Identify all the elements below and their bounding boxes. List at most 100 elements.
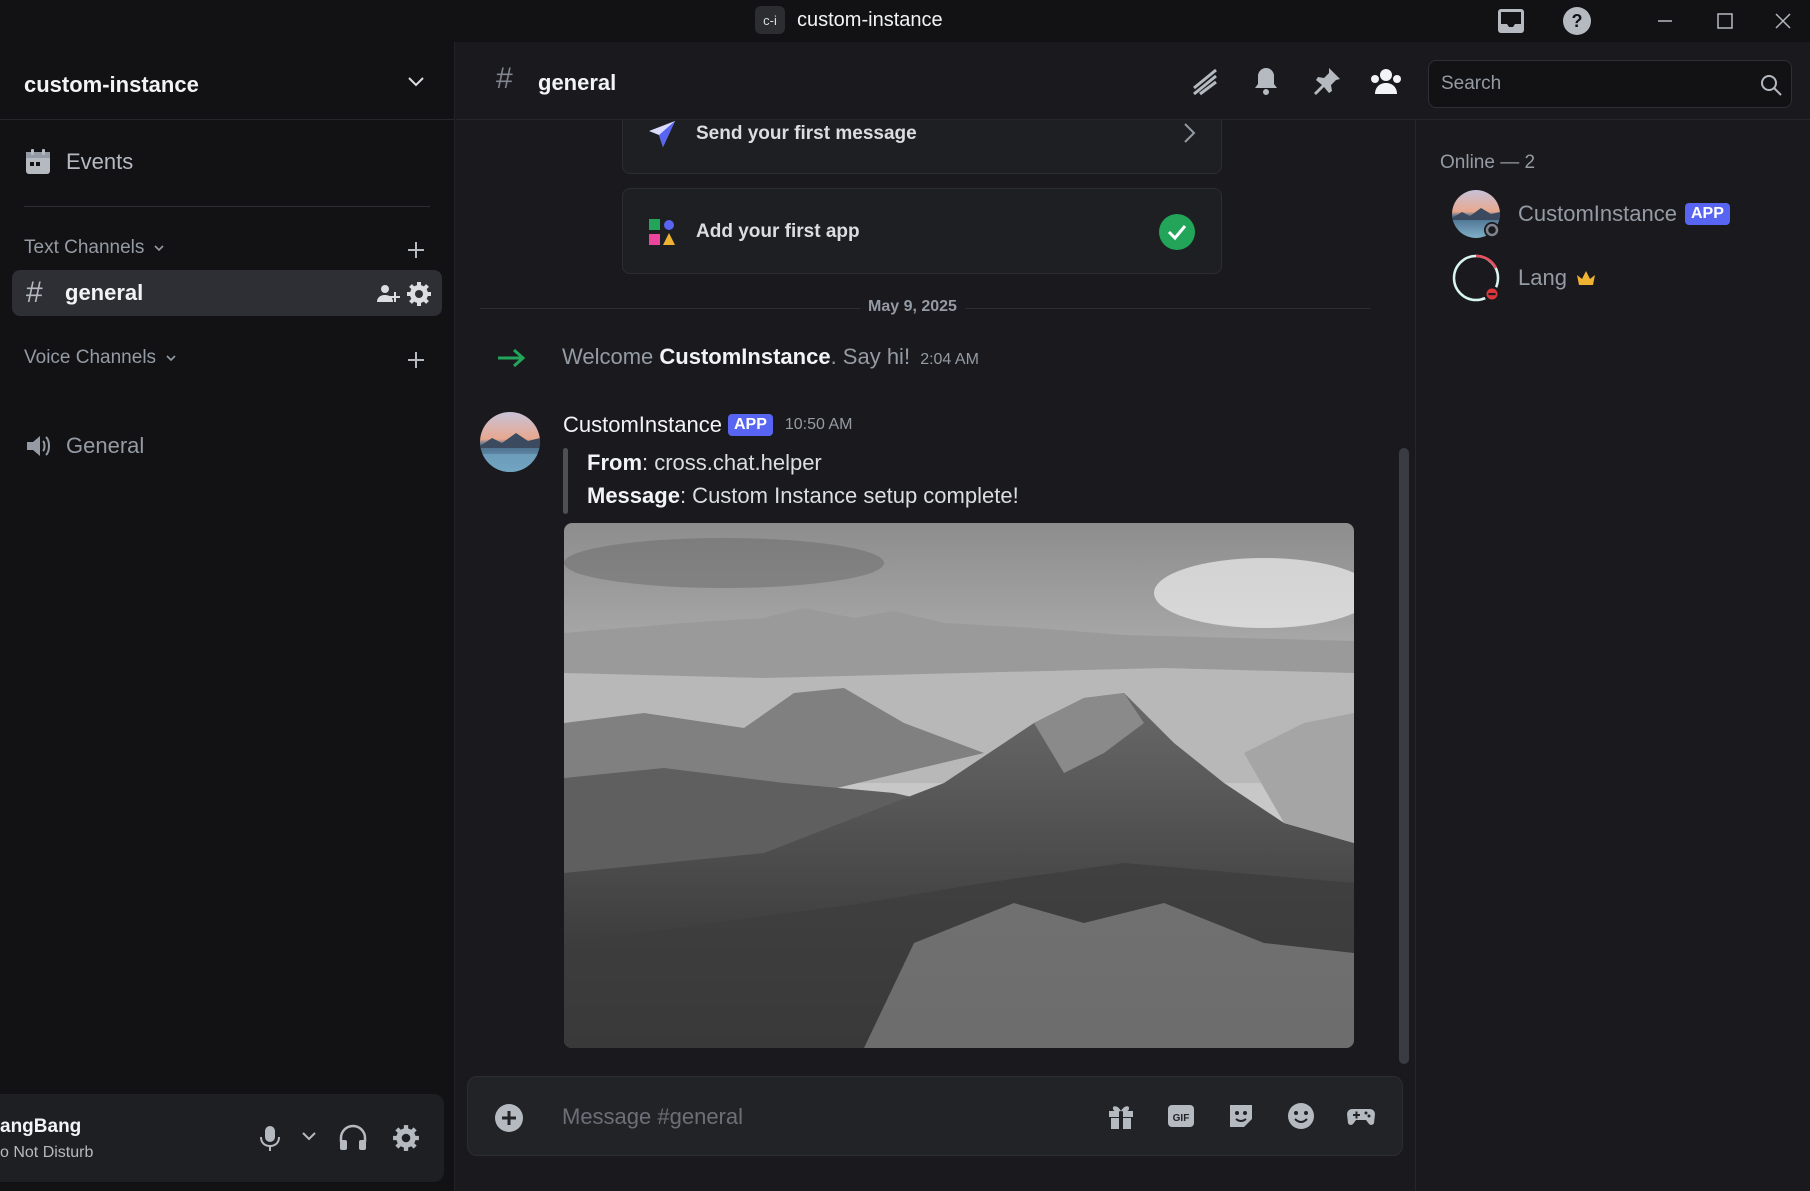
message-composer: GIF: [467, 1076, 1403, 1156]
quote-bar: [563, 448, 568, 514]
online-heading: Online — 2: [1440, 152, 1536, 173]
channel-title: general: [538, 70, 617, 95]
onboarding-add-app-card[interactable]: Add your first app: [622, 188, 1222, 274]
date-divider-label: May 9, 2025: [860, 298, 965, 316]
server-name: custom-instance: [24, 72, 199, 97]
app-badge: APP: [1684, 203, 1730, 225]
message-list: Send your first message Add your first a…: [456, 120, 1414, 1070]
sidebar-item-general[interactable]: # general: [12, 270, 442, 316]
from-value: : cross.chat.helper: [642, 450, 822, 475]
pin-icon[interactable]: [1312, 66, 1342, 101]
username[interactable]: angBang: [0, 1116, 81, 1138]
add-voice-channel-button[interactable]: [406, 350, 426, 371]
title-bar: c-i custom-instance ?: [0, 0, 1810, 42]
member-list: Online — 2 CustomInstance APP Lang: [1415, 120, 1810, 1191]
message-value: : Custom Instance setup complete!: [679, 483, 1019, 508]
gamepad-icon[interactable]: [1346, 1101, 1376, 1136]
upload-plus-icon[interactable]: [494, 1103, 524, 1138]
apps-icon: [649, 219, 675, 245]
member-item[interactable]: Lang: [1452, 254, 1597, 302]
chevron-down-icon[interactable]: [300, 1130, 318, 1149]
create-invite-icon[interactable]: [376, 282, 400, 306]
quote-line-from: From: cross.chat.helper: [587, 450, 822, 476]
from-label: From: [587, 450, 642, 475]
channel-header: # general: [456, 42, 1810, 120]
user-status: o Not Disturb: [0, 1144, 94, 1161]
hash-icon: #: [496, 62, 513, 95]
welcome-user[interactable]: CustomInstance: [659, 344, 830, 369]
minimize-icon[interactable]: [1648, 4, 1682, 38]
crown-icon: [1576, 271, 1595, 285]
member-item[interactable]: CustomInstance APP: [1452, 190, 1730, 238]
welcome-prefix: Welcome: [562, 344, 654, 369]
search-input[interactable]: [1441, 71, 1741, 97]
check-circle-icon: [1159, 214, 1195, 250]
paper-plane-icon: [649, 121, 675, 147]
channel-sidebar: custom-instance Events Text Channels # g…: [0, 42, 455, 1191]
avatar: [1452, 254, 1500, 302]
member-name: Lang: [1518, 265, 1567, 290]
onboarding-label: Add your first app: [696, 221, 860, 242]
headphones-icon[interactable]: [338, 1124, 368, 1157]
chevron-right-icon: [1184, 123, 1196, 143]
category-label: Voice Channels: [24, 347, 157, 368]
welcome-suffix: . Say hi!: [830, 344, 911, 369]
join-arrow-icon: [498, 348, 526, 368]
maximize-icon[interactable]: [1708, 4, 1742, 38]
voice-channel-label: General: [66, 433, 145, 458]
author-name[interactable]: CustomInstance: [563, 412, 722, 438]
server-header[interactable]: custom-instance: [0, 42, 455, 120]
divider: [24, 206, 430, 207]
window-title: custom-instance: [797, 8, 943, 31]
welcome-timestamp: 2:04 AM: [920, 351, 979, 368]
events-label: Events: [66, 149, 134, 174]
window-title-group: c-i custom-instance: [755, 6, 943, 34]
message-input[interactable]: [562, 1102, 1062, 1132]
category-voice-channels[interactable]: Voice Channels: [24, 347, 178, 369]
user-settings-gear-icon[interactable]: [392, 1124, 420, 1157]
threads-icon[interactable]: [1190, 66, 1220, 101]
svg-text:?: ?: [1572, 11, 1583, 31]
add-text-channel-button[interactable]: [406, 240, 426, 261]
hash-icon: #: [26, 276, 43, 309]
onboarding-send-message-card[interactable]: Send your first message: [622, 120, 1222, 174]
avatar: [1452, 190, 1500, 238]
app-badge: APP: [727, 414, 773, 436]
app-icon: c-i: [755, 6, 785, 34]
help-icon[interactable]: ?: [1560, 4, 1594, 38]
calendar-icon: [26, 149, 50, 174]
gif-icon[interactable]: GIF: [1166, 1101, 1196, 1136]
attachment-image[interactable]: [564, 523, 1354, 1048]
bell-icon[interactable]: [1252, 66, 1280, 101]
category-text-channels[interactable]: Text Channels: [24, 237, 166, 259]
search-icon: [1761, 75, 1782, 96]
member-name: CustomInstance: [1518, 201, 1677, 226]
chevron-down-icon: [166, 355, 176, 362]
gear-icon[interactable]: [406, 281, 432, 307]
inbox-icon[interactable]: [1494, 4, 1528, 38]
channel-name: general: [65, 280, 144, 305]
sidebar-item-events[interactable]: Events: [24, 148, 133, 176]
user-panel: angBang o Not Disturb: [0, 1094, 444, 1182]
microphone-icon[interactable]: [258, 1124, 282, 1157]
message-timestamp: 10:50 AM: [784, 416, 853, 433]
member-list-icon[interactable]: [1370, 66, 1402, 101]
sticker-icon[interactable]: [1226, 1101, 1256, 1136]
speaker-icon: [27, 436, 50, 456]
message-header: CustomInstance APP 10:50 AM: [563, 412, 852, 438]
svg-text:GIF: GIF: [1173, 1113, 1190, 1124]
close-icon[interactable]: [1766, 4, 1800, 38]
avatar[interactable]: [480, 412, 540, 472]
scrollbar[interactable]: [1399, 448, 1409, 1064]
gift-icon[interactable]: [1106, 1101, 1136, 1136]
emoji-icon[interactable]: [1286, 1101, 1316, 1136]
message-label: Message: [587, 483, 680, 508]
search-box[interactable]: [1428, 60, 1792, 108]
onboarding-label: Send your first message: [696, 123, 917, 144]
chevron-down-icon[interactable]: [404, 70, 428, 99]
category-label: Text Channels: [24, 237, 145, 258]
quote-line-message: Message: Custom Instance setup complete!: [587, 483, 1019, 509]
system-welcome-message: Welcome CustomInstance. Say hi! 2:04 AM: [562, 344, 979, 370]
sidebar-item-voice-general[interactable]: General: [24, 432, 144, 460]
chevron-down-icon: [154, 245, 164, 252]
